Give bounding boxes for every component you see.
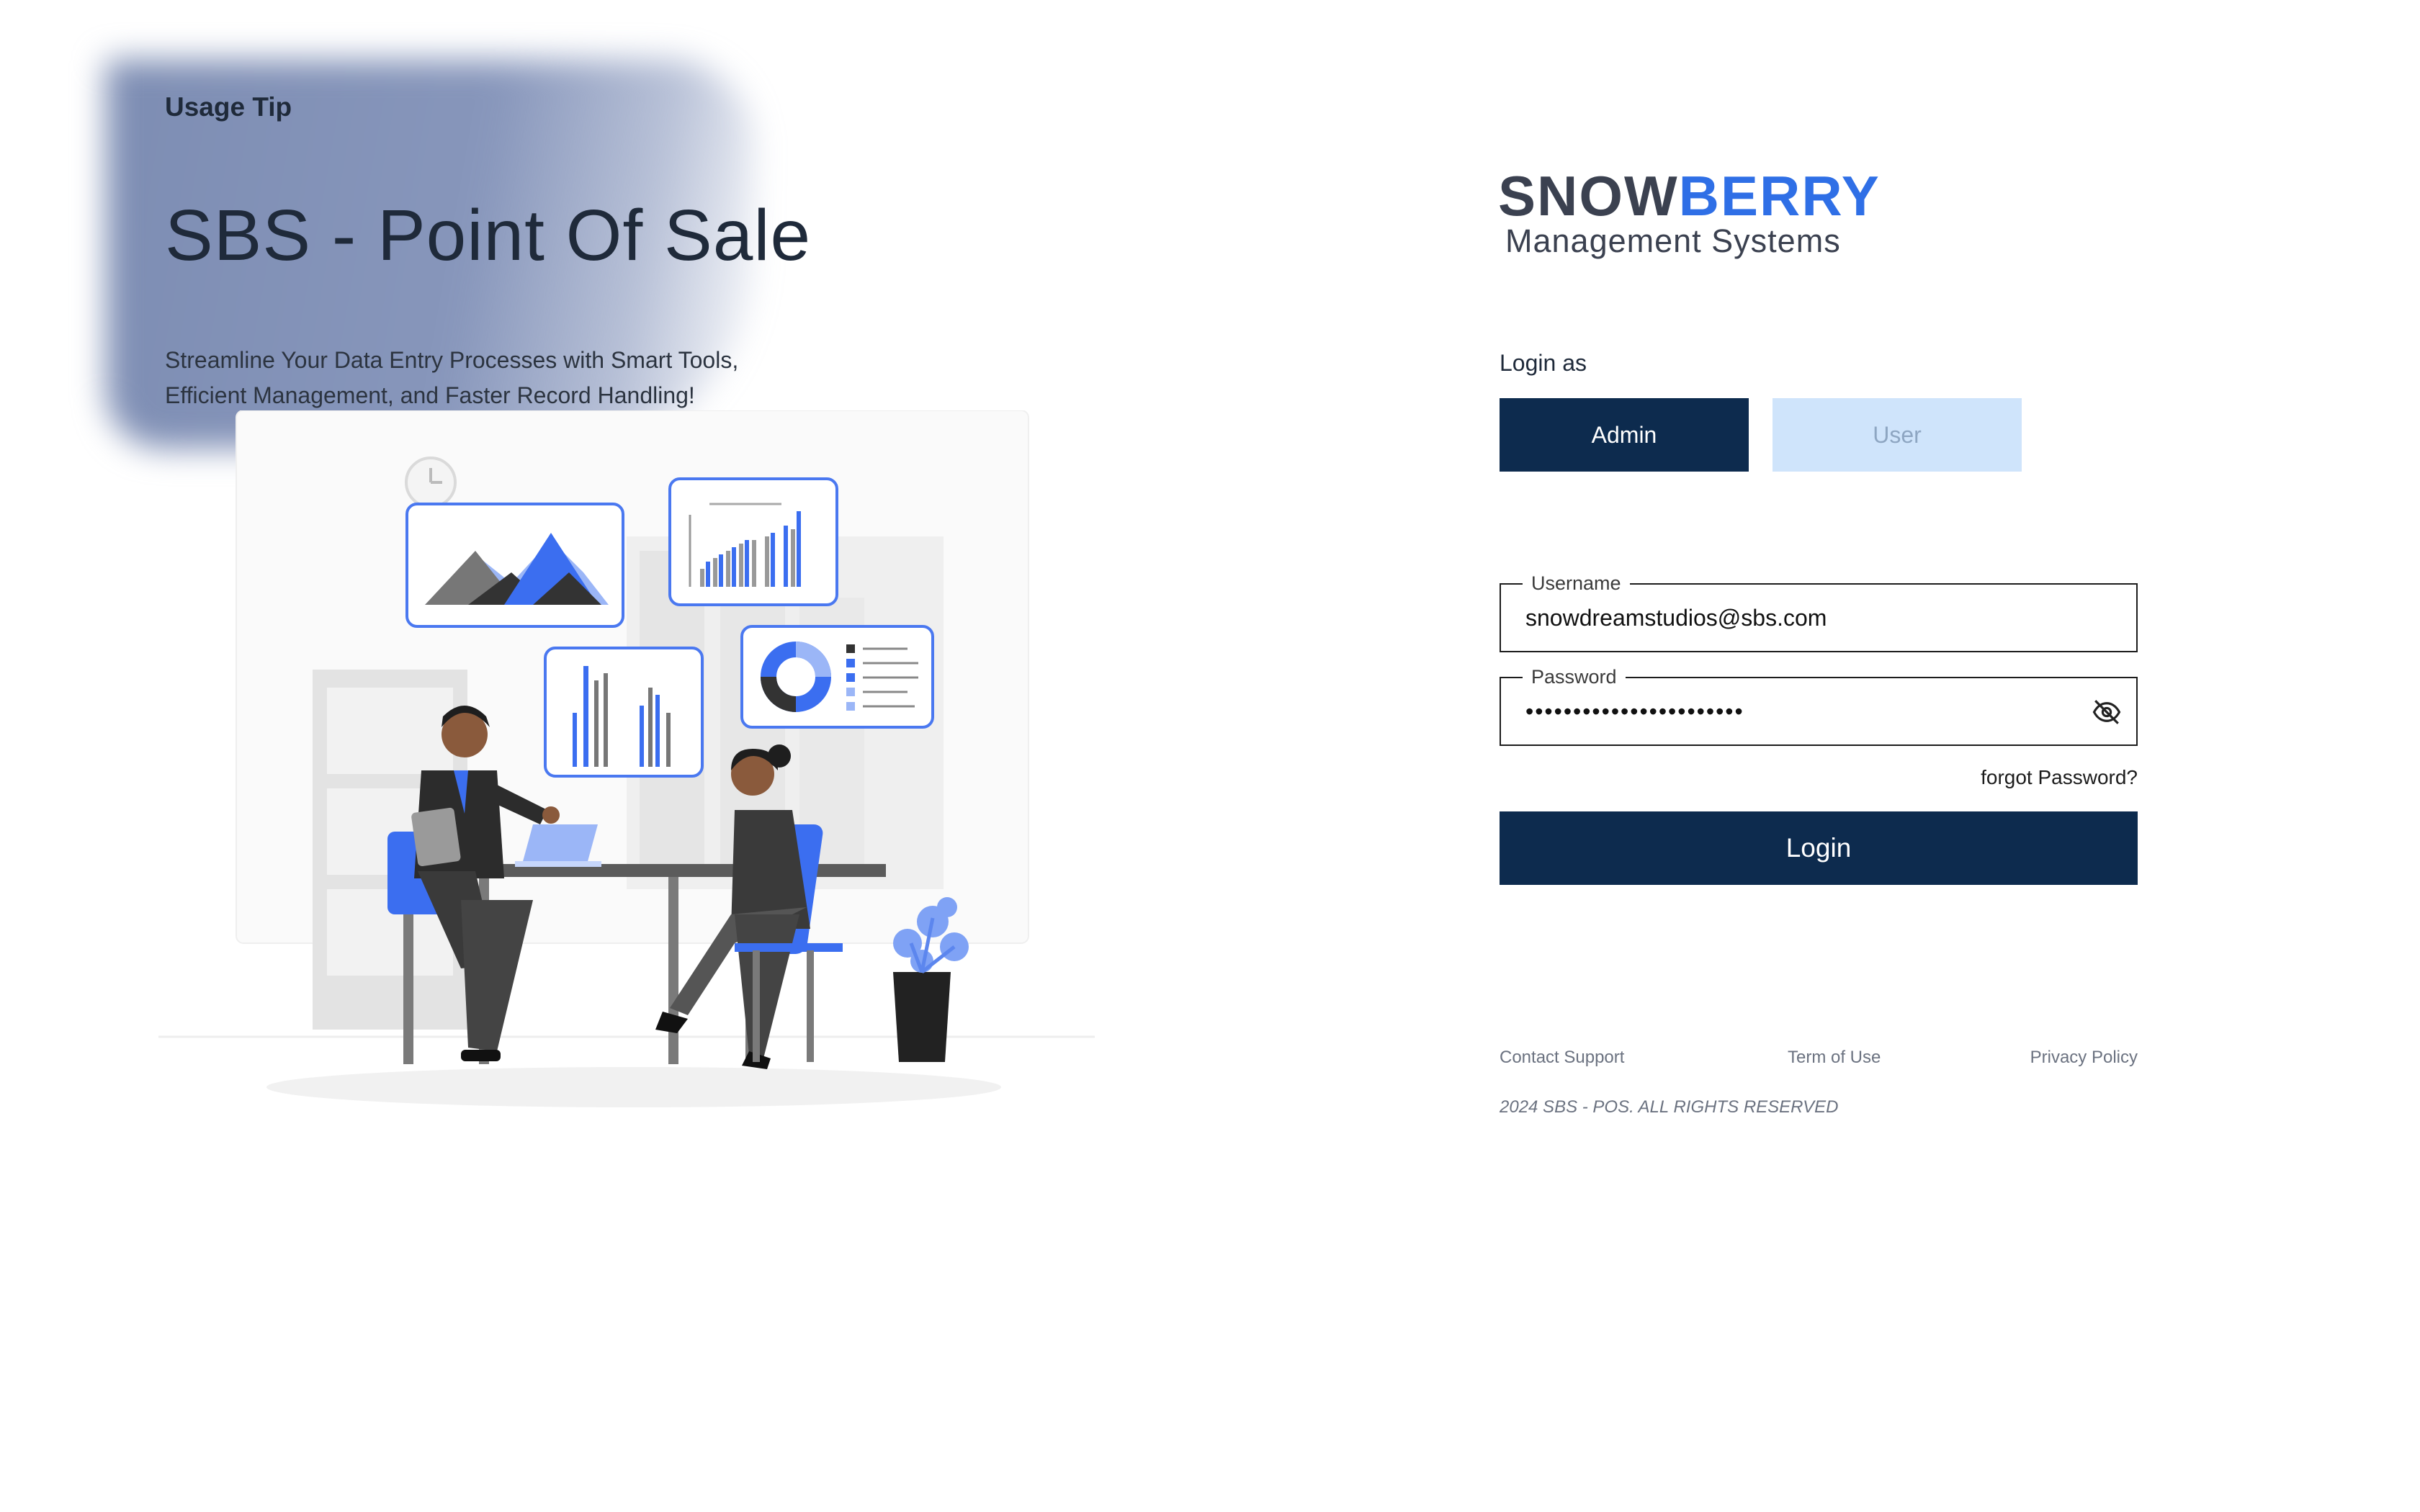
- hero-subtitle: Streamline Your Data Entry Processes wit…: [165, 343, 885, 413]
- copyright-text: 2024 SBS - POS. ALL RIGHTS RESERVED: [1500, 1097, 1839, 1117]
- hero-subtitle-line-1: Streamline Your Data Entry Processes wit…: [165, 347, 739, 373]
- forgot-password-link[interactable]: forgot Password?: [1981, 766, 2138, 789]
- usage-tip-label: Usage Tip: [165, 92, 292, 122]
- role-user-button[interactable]: User: [1773, 398, 2022, 472]
- login-as-label: Login as: [1500, 350, 1587, 376]
- password-field[interactable]: Password •••••••••••••••••••••••: [1500, 665, 2138, 746]
- privacy-policy-link[interactable]: Privacy Policy: [2030, 1048, 2138, 1068]
- brand-logo: SNOWBERRY Management Systems: [1498, 164, 1879, 259]
- business-meeting-illustration: [158, 410, 1095, 1107]
- login-button[interactable]: Login: [1500, 811, 2138, 885]
- contact-support-link[interactable]: Contact Support: [1500, 1048, 1624, 1068]
- terms-of-use-link[interactable]: Term of Use: [1788, 1048, 1881, 1068]
- logo-tagline: Management Systems: [1505, 222, 1841, 259]
- logo-word-berry: BERRY: [1678, 164, 1881, 228]
- eye-off-icon[interactable]: [2092, 697, 2122, 727]
- hero-subtitle-line-2: Efficient Management, and Faster Record …: [165, 382, 695, 408]
- username-input[interactable]: snowdreamstudios@sbs.com: [1525, 585, 1827, 651]
- password-input[interactable]: •••••••••••••••••••••••: [1525, 678, 1744, 744]
- logo-wordmark: SNOWBERRY: [1498, 164, 1879, 228]
- username-field[interactable]: Username snowdreamstudios@sbs.com: [1500, 571, 2138, 652]
- role-admin-button[interactable]: Admin: [1500, 398, 1749, 472]
- page-title: SBS - Point Of Sale: [165, 195, 812, 276]
- logo-word-snow: SNOW: [1498, 164, 1679, 228]
